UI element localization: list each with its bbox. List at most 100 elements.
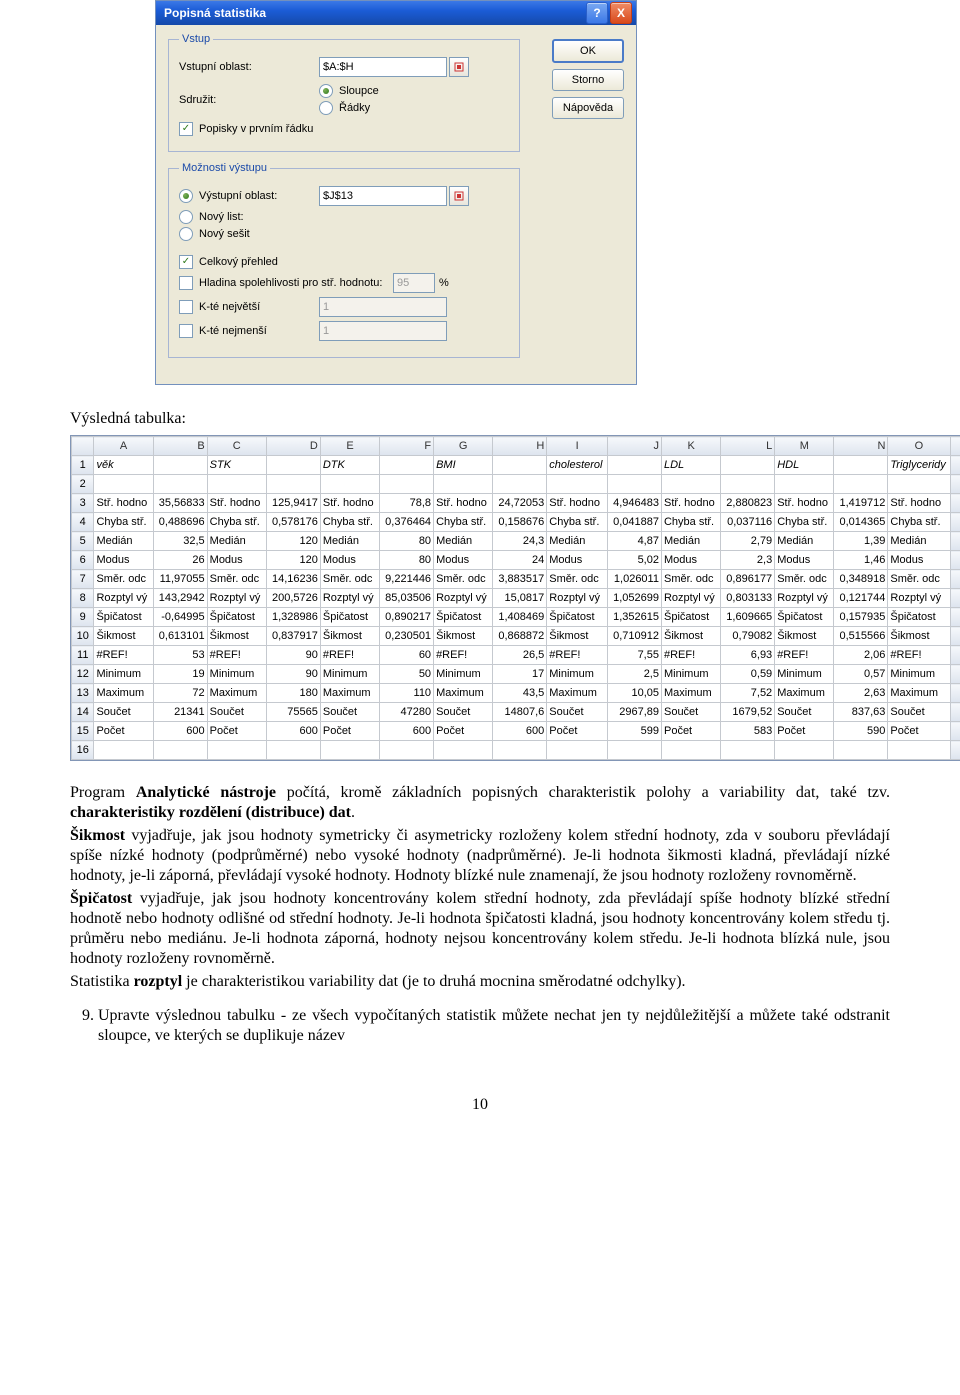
cell[interactable]: 2,79 — [721, 532, 775, 551]
cell[interactable]: 26 — [153, 551, 207, 570]
row-header[interactable]: 9 — [72, 608, 94, 627]
kth-smallest-check[interactable]: K-té nejmenší — [179, 324, 319, 338]
cell[interactable]: Počet — [888, 722, 950, 741]
row-header[interactable]: 15 — [72, 722, 94, 741]
cell[interactable]: 90 — [266, 665, 320, 684]
cell[interactable]: věk — [94, 456, 153, 475]
cell[interactable]: 1,352615 — [608, 608, 662, 627]
cell[interactable]: Modus — [661, 551, 720, 570]
cell[interactable]: 0,578176 — [266, 513, 320, 532]
cell[interactable] — [266, 456, 320, 475]
cell[interactable]: Počet — [320, 722, 379, 741]
cell[interactable]: Modus — [434, 551, 493, 570]
cell[interactable]: Součet — [661, 703, 720, 722]
cell[interactable]: 180 — [266, 684, 320, 703]
cell[interactable]: Medián — [207, 532, 266, 551]
col-header[interactable]: G — [434, 437, 493, 456]
col-header[interactable]: I — [547, 437, 608, 456]
cell[interactable]: Chyba stř. — [888, 513, 950, 532]
cell[interactable]: #REF! — [434, 646, 493, 665]
col-header[interactable]: B — [153, 437, 207, 456]
cell[interactable]: Minimum — [888, 665, 950, 684]
cell[interactable]: 1,419712 — [834, 494, 888, 513]
cell[interactable]: 0,157935 — [834, 608, 888, 627]
cell[interactable]: Směr. odc — [888, 570, 950, 589]
cell[interactable]: Rozptyl vý — [775, 589, 834, 608]
row-header[interactable]: 7 — [72, 570, 94, 589]
cell[interactable] — [661, 741, 720, 760]
cell[interactable] — [493, 456, 547, 475]
cell[interactable]: 80 — [380, 551, 434, 570]
cell[interactable]: LDL — [661, 456, 720, 475]
cell[interactable]: 600 — [266, 722, 320, 741]
cell[interactable]: 0,710912 — [608, 627, 662, 646]
cell[interactable]: 200,5726 — [266, 589, 320, 608]
cell[interactable] — [380, 475, 434, 494]
cell[interactable]: 24,72053 — [493, 494, 547, 513]
cell[interactable]: 72 — [153, 684, 207, 703]
cell[interactable]: 110 — [380, 684, 434, 703]
cell[interactable]: BMI — [434, 456, 493, 475]
cell[interactable] — [320, 475, 379, 494]
cell[interactable]: Rozptyl vý — [94, 589, 153, 608]
cell[interactable]: 0,896177 — [721, 570, 775, 589]
close-icon[interactable]: X — [610, 2, 632, 24]
cell[interactable]: Špičatost — [320, 608, 379, 627]
cell[interactable]: Součet — [94, 703, 153, 722]
col-header[interactable]: O — [888, 437, 950, 456]
cell[interactable]: Směr. odc — [775, 570, 834, 589]
cell[interactable]: Směr. odc — [434, 570, 493, 589]
cell[interactable]: Maximum — [661, 684, 720, 703]
cell[interactable]: 0,613101 — [153, 627, 207, 646]
cell[interactable] — [721, 456, 775, 475]
radio-new-workbook[interactable]: Nový sešit — [179, 227, 509, 241]
cell[interactable]: #REF! — [661, 646, 720, 665]
cell[interactable]: Špičatost — [888, 608, 950, 627]
row-header[interactable]: 3 — [72, 494, 94, 513]
cell[interactable]: Minimum — [207, 665, 266, 684]
cell[interactable]: 2,63 — [834, 684, 888, 703]
cell[interactable]: 600 — [493, 722, 547, 741]
cell[interactable]: Maximum — [775, 684, 834, 703]
cell[interactable]: Maximum — [547, 684, 608, 703]
cell[interactable]: cholesterol — [547, 456, 608, 475]
cell[interactable] — [266, 741, 320, 760]
cell[interactable]: 600 — [153, 722, 207, 741]
cell[interactable] — [320, 741, 379, 760]
help-button[interactable]: Nápověda — [552, 97, 624, 119]
col-header[interactable]: L — [721, 437, 775, 456]
cell[interactable] — [493, 741, 547, 760]
cell[interactable]: 4,87 — [608, 532, 662, 551]
row-header[interactable]: 6 — [72, 551, 94, 570]
cell[interactable] — [608, 741, 662, 760]
col-header[interactable]: F — [380, 437, 434, 456]
cell[interactable]: 60 — [380, 646, 434, 665]
cell[interactable]: 0,348918 — [834, 570, 888, 589]
cell[interactable]: 32,5 — [153, 532, 207, 551]
cell[interactable]: Maximum — [320, 684, 379, 703]
cell[interactable]: Stř. hodno — [775, 494, 834, 513]
cell[interactable]: 1,052699 — [608, 589, 662, 608]
cell[interactable] — [434, 475, 493, 494]
cell[interactable] — [94, 475, 153, 494]
summary-check[interactable]: ✓Celkový přehled — [179, 255, 509, 269]
cell[interactable]: Rozptyl vý — [434, 589, 493, 608]
cell[interactable] — [608, 456, 662, 475]
labels-first-row-check[interactable]: ✓Popisky v prvním řádku — [179, 122, 509, 136]
cell[interactable] — [834, 741, 888, 760]
radio-output-range[interactable]: Výstupní oblast: — [179, 189, 319, 203]
cell[interactable] — [721, 741, 775, 760]
cell[interactable] — [661, 475, 720, 494]
row-header[interactable]: 14 — [72, 703, 94, 722]
cell[interactable]: Rozptyl vý — [320, 589, 379, 608]
radio-new-sheet[interactable]: Nový list: — [179, 210, 509, 224]
cell[interactable]: -0,64995 — [153, 608, 207, 627]
ok-button[interactable]: OK — [552, 39, 624, 63]
cell[interactable]: Rozptyl vý — [207, 589, 266, 608]
cell[interactable]: #REF! — [320, 646, 379, 665]
cell[interactable]: 78,8 — [380, 494, 434, 513]
cell[interactable]: Chyba stř. — [661, 513, 720, 532]
cell[interactable]: 7,52 — [721, 684, 775, 703]
confidence-check[interactable]: Hladina spolehlivosti pro stř. hodnotu: — [179, 276, 393, 290]
cell[interactable]: Stř. hodno — [547, 494, 608, 513]
